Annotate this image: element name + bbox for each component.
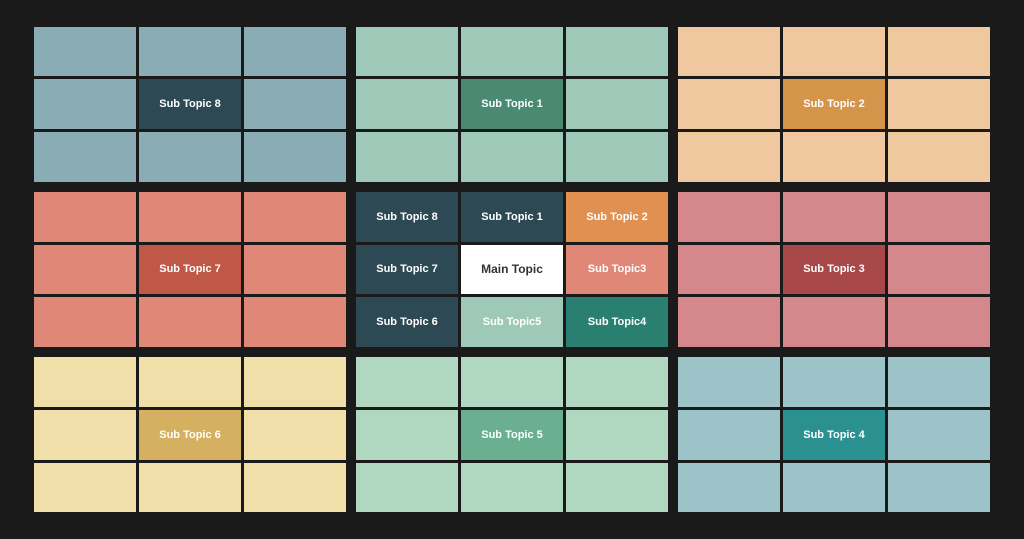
cell [244, 245, 346, 295]
cell [139, 463, 241, 513]
cell [244, 192, 346, 242]
panel-subtopic6[interactable]: Sub Topic 6 [32, 355, 348, 514]
main-container: Sub Topic 8 Sub Topic 1 Sub Topic 2 Su [22, 15, 1002, 525]
cell [34, 192, 136, 242]
panel-subtopic4[interactable]: Sub Topic 4 [676, 355, 992, 514]
cell [888, 357, 990, 407]
cell [34, 463, 136, 513]
hub-subtopic5[interactable]: Sub Topic5 [461, 297, 563, 347]
hub-subtopic6[interactable]: Sub Topic 6 [356, 297, 458, 347]
panel-subtopic2[interactable]: Sub Topic 2 [676, 25, 992, 184]
cell [356, 410, 458, 460]
hub-subtopic7[interactable]: Sub Topic 7 [356, 245, 458, 295]
cell [461, 463, 563, 513]
cell [888, 463, 990, 513]
cell [356, 27, 458, 77]
cell [678, 132, 780, 182]
cell [461, 132, 563, 182]
cell [888, 192, 990, 242]
cell [678, 410, 780, 460]
cell [139, 357, 241, 407]
cell [888, 410, 990, 460]
panel-main[interactable]: Sub Topic 8 Sub Topic 1 Sub Topic 2 Sub … [354, 190, 670, 349]
cell [566, 463, 668, 513]
panel-subtopic7[interactable]: Sub Topic 7 [32, 190, 348, 349]
cell [139, 192, 241, 242]
cell [34, 410, 136, 460]
cell [888, 245, 990, 295]
subtopic4-label[interactable]: Sub Topic 4 [783, 410, 885, 460]
cell [356, 357, 458, 407]
cell [678, 357, 780, 407]
subtopic6-label[interactable]: Sub Topic 6 [139, 410, 241, 460]
cell [34, 297, 136, 347]
cell [244, 27, 346, 77]
cell [888, 27, 990, 77]
cell [566, 410, 668, 460]
cell [244, 463, 346, 513]
cell [888, 132, 990, 182]
cell [783, 463, 885, 513]
subtopic1-label[interactable]: Sub Topic 1 [461, 79, 563, 129]
cell [34, 27, 136, 77]
cell [566, 27, 668, 77]
cell [244, 79, 346, 129]
cell [244, 297, 346, 347]
subtopic2-label[interactable]: Sub Topic 2 [783, 79, 885, 129]
panel-subtopic8[interactable]: Sub Topic 8 [32, 25, 348, 184]
cell [783, 192, 885, 242]
cell [888, 79, 990, 129]
cell [783, 357, 885, 407]
subtopic7-label[interactable]: Sub Topic 7 [139, 245, 241, 295]
cell [34, 357, 136, 407]
panel-subtopic1[interactable]: Sub Topic 1 [354, 25, 670, 184]
subtopic3-label[interactable]: Sub Topic 3 [783, 245, 885, 295]
hub-subtopic2[interactable]: Sub Topic 2 [566, 192, 668, 242]
cell [244, 357, 346, 407]
cell [356, 132, 458, 182]
hub-subtopic3[interactable]: Sub Topic3 [566, 245, 668, 295]
cell [244, 410, 346, 460]
cell [244, 132, 346, 182]
cell [566, 357, 668, 407]
cell [678, 27, 780, 77]
hub-subtopic1[interactable]: Sub Topic 1 [461, 192, 563, 242]
cell [566, 132, 668, 182]
cell [888, 297, 990, 347]
cell [783, 27, 885, 77]
hub-main-topic[interactable]: Main Topic [461, 245, 563, 295]
cell [678, 192, 780, 242]
cell [783, 297, 885, 347]
cell [566, 79, 668, 129]
cell [356, 463, 458, 513]
cell [139, 27, 241, 77]
subtopic5-label[interactable]: Sub Topic 5 [461, 410, 563, 460]
hub-subtopic8[interactable]: Sub Topic 8 [356, 192, 458, 242]
cell [139, 132, 241, 182]
panel-subtopic5[interactable]: Sub Topic 5 [354, 355, 670, 514]
cell [678, 245, 780, 295]
cell [461, 27, 563, 77]
cell [461, 357, 563, 407]
cell [34, 132, 136, 182]
cell [678, 297, 780, 347]
cell [34, 245, 136, 295]
cell [783, 132, 885, 182]
hub-subtopic4[interactable]: Sub Topic4 [566, 297, 668, 347]
cell [356, 79, 458, 129]
cell [34, 79, 136, 129]
cell [139, 297, 241, 347]
subtopic8-label[interactable]: Sub Topic 8 [139, 79, 241, 129]
panel-subtopic3[interactable]: Sub Topic 3 [676, 190, 992, 349]
cell [678, 79, 780, 129]
cell [678, 463, 780, 513]
